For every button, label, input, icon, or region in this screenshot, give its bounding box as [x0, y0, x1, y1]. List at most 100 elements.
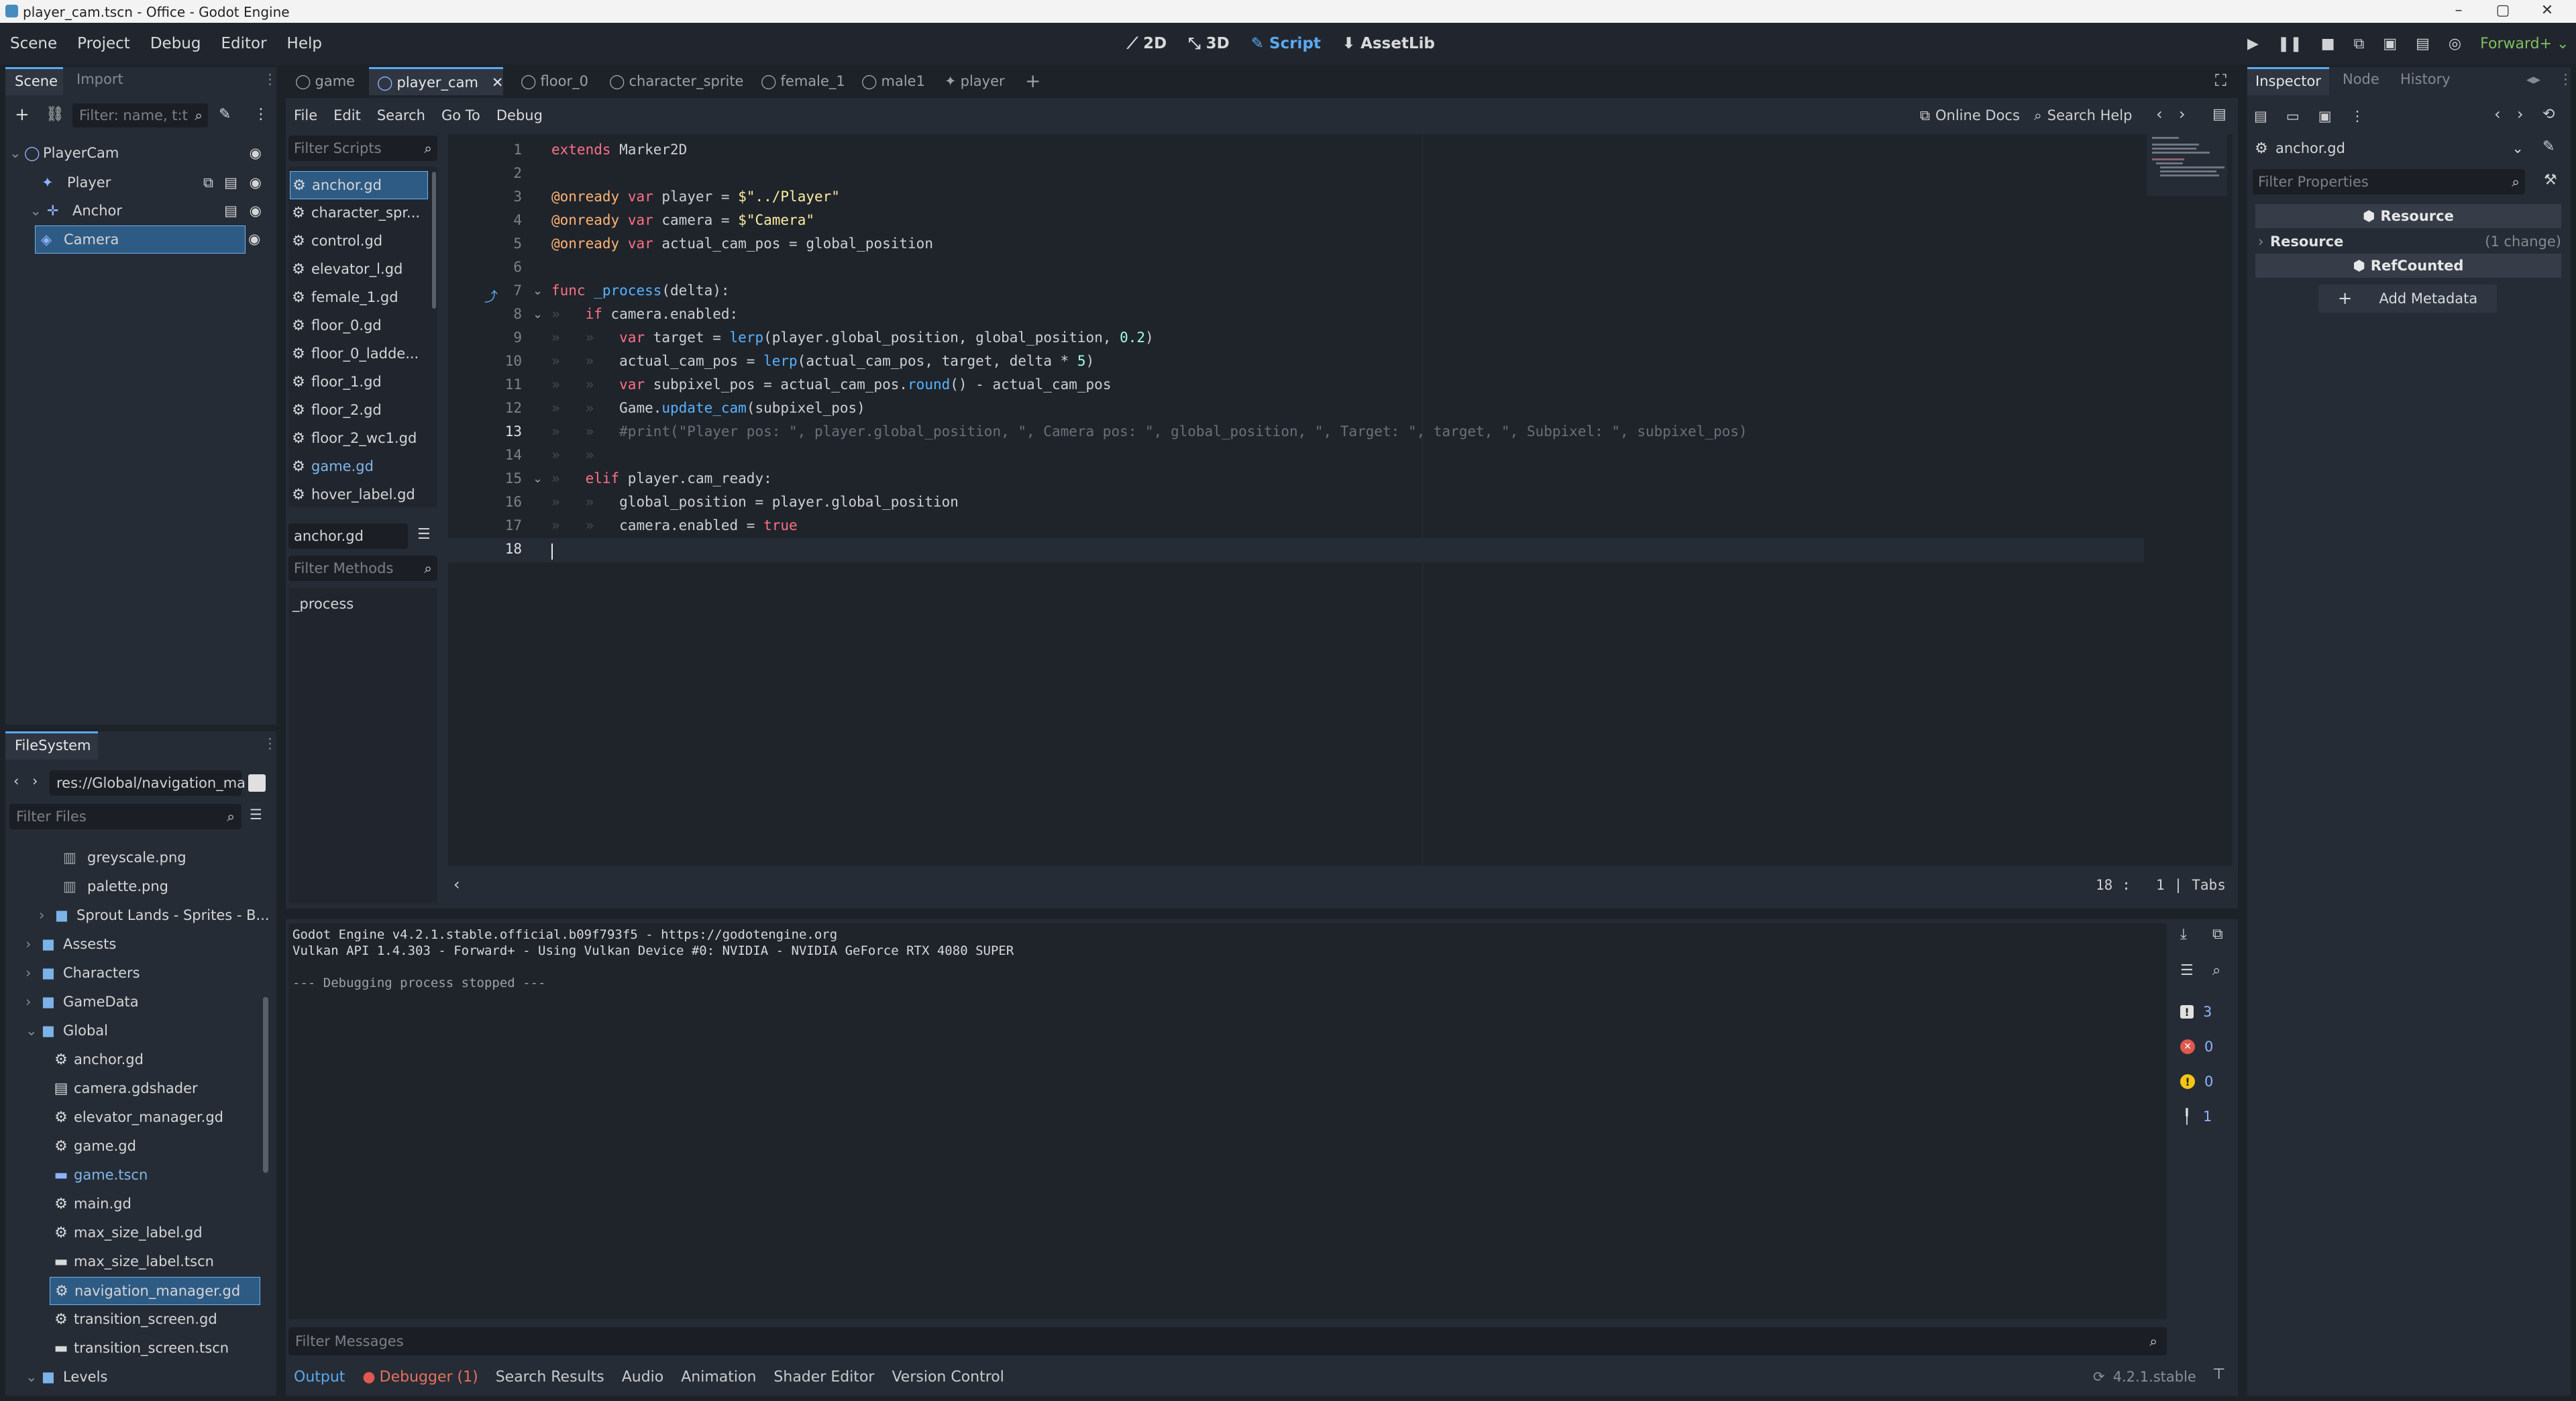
bottom-tab-version-control[interactable]: Version Control — [892, 1369, 1004, 1386]
folder-item[interactable]: ⌄ ■ Global — [25, 1017, 108, 1044]
filter-messages-input[interactable]: Filter Messages ⌕ — [288, 1327, 2167, 1355]
file-item[interactable]: ⚙ anchor.gd — [52, 1046, 144, 1073]
filesystem-scrollbar[interactable] — [263, 997, 268, 1173]
tab-filesystem[interactable]: FileSystem — [5, 731, 98, 760]
fold-arrow-icon[interactable]: ⌄ — [533, 307, 543, 321]
filter-editor-toggle[interactable]: ╿ 1 — [2174, 1102, 2241, 1131]
scene-tab-player-cam[interactable]: ◯ player_cam ✕ — [369, 67, 504, 95]
visibility-eye-icon[interactable]: ◉ — [250, 145, 262, 161]
tab-scene[interactable]: Scene — [5, 67, 63, 95]
clear-output-icon[interactable]: ⤓ — [2180, 926, 2187, 943]
menu-scene[interactable]: Scene — [0, 35, 67, 52]
script-icon[interactable]: ▤ — [224, 203, 237, 219]
filter-properties-input[interactable]: Filter Properties ⌕ — [2253, 169, 2525, 195]
remote-debug-icon[interactable]: ⧉ — [2354, 36, 2365, 52]
file-item[interactable]: ⚙ game.gd — [52, 1133, 136, 1159]
play-scene-icon[interactable]: ▣ — [2383, 36, 2397, 52]
bottom-tab-debugger[interactable]: ● Debugger (1) — [362, 1369, 478, 1386]
script-list-scrollbar[interactable] — [432, 172, 436, 309]
distraction-free-icon[interactable]: ⛶ — [2215, 71, 2226, 90]
script-list-item[interactable]: ⚙ hover_label.gd — [290, 481, 427, 508]
fold-arrow-icon[interactable]: ⌄ — [533, 284, 543, 298]
bottom-tab-output[interactable]: Output — [294, 1369, 345, 1386]
inspector-menu-icon[interactable]: ⋮ — [2559, 71, 2573, 87]
script-list-item[interactable]: ⚙ floor_1.gd — [290, 368, 427, 395]
method-item[interactable]: _process — [292, 596, 354, 612]
menu-debug[interactable]: Debug — [140, 35, 211, 52]
script-list-item[interactable]: ⚙ elevator_l.gd — [290, 256, 427, 282]
scene-filter-input[interactable]: Filter: name, t:t ⌕ — [72, 103, 208, 127]
script-list-item[interactable]: ⚙ control.gd — [290, 227, 427, 254]
forward-icon[interactable]: › — [32, 773, 38, 789]
close-tab-icon[interactable]: ✕ — [492, 74, 504, 91]
output-options-icon[interactable]: ☰ — [2180, 962, 2194, 979]
dock-arrows-icon[interactable]: ◂▸ — [2526, 71, 2540, 87]
filter-warnings-toggle[interactable]: ! 0 — [2174, 1067, 2241, 1096]
object-history-icon[interactable]: ⟲ — [2542, 106, 2555, 123]
tab-history[interactable]: History — [2400, 71, 2451, 87]
script-icon[interactable]: ▤ — [224, 174, 237, 191]
script-list-item[interactable]: ⚙ floor_2.gd — [290, 397, 427, 423]
script-menu-search[interactable]: Search — [369, 107, 433, 123]
tab-inspector[interactable]: Inspector — [2247, 67, 2329, 95]
new-resource-icon[interactable]: ▤ — [2254, 108, 2267, 124]
maximize-button[interactable]: ▢ — [2483, 0, 2522, 23]
script-menu-edit[interactable]: Edit — [325, 107, 369, 123]
file-item[interactable]: ▬ max_size_label.tscn — [52, 1248, 214, 1275]
workspace-assetlib-button[interactable]: ⬇ AssetLib — [1332, 35, 1446, 52]
tab-node[interactable]: Node — [2343, 71, 2379, 87]
folder-item[interactable]: › ■ Assests — [25, 931, 116, 957]
menu-project[interactable]: Project — [67, 35, 140, 52]
object-properties-icon[interactable]: ✎ — [2542, 138, 2555, 155]
toggle-search-icon[interactable]: ⌕ — [2212, 962, 2220, 979]
next-script-icon[interactable]: › — [2179, 105, 2186, 123]
fold-arrow-icon[interactable]: ⌄ — [533, 472, 543, 486]
scene-tab-floor-0[interactable]: ◯ floor_0 — [521, 67, 588, 95]
script-list-item[interactable]: ⚙ anchor.gd — [290, 171, 428, 199]
add-scene-tab-icon[interactable]: + — [1025, 70, 1040, 92]
online-docs-button[interactable]: ⧉ Online Docs — [1920, 101, 2020, 130]
copy-output-icon[interactable]: ⧉ — [2212, 926, 2223, 943]
folder-item[interactable]: ⌄ ■ Levels — [25, 1363, 107, 1390]
file-item[interactable]: ▥ palette.png — [63, 873, 168, 900]
file-item[interactable]: ⚙ main.gd — [52, 1190, 131, 1217]
resource-menu-icon[interactable]: ⋮ — [2351, 108, 2365, 124]
script-list-item[interactable]: ⚙ female_1.gd — [290, 284, 427, 311]
pause-icon[interactable]: ❚❚ — [2277, 36, 2302, 52]
workspace-script-button[interactable]: ✎ Script — [1240, 35, 1332, 52]
toggle-scripts-list-icon[interactable]: ‹ — [453, 875, 460, 894]
tree-node-camera[interactable]: ◈ Camera — [35, 225, 246, 254]
movie-maker-icon[interactable]: ◎ — [2449, 36, 2461, 52]
file-item[interactable]: ⚙ max_size_label.gd — [52, 1219, 202, 1246]
split-mode-icon[interactable] — [248, 774, 266, 792]
folder-item[interactable]: › ■ GameData — [25, 988, 139, 1015]
visibility-eye-icon[interactable]: ◉ — [250, 203, 262, 219]
search-help-button[interactable]: ⌕ Search Help — [2034, 101, 2132, 130]
tree-node-playercam[interactable]: ⌄ ◯ PlayerCam ◉ — [9, 140, 271, 166]
tree-node-anchor[interactable]: ⌄ ✛ Anchor ▤ ◉ — [9, 197, 271, 224]
open-resource-icon[interactable]: ▭ — [2286, 108, 2300, 124]
bottom-tab-audio[interactable]: Audio — [622, 1369, 664, 1386]
sort-methods-icon[interactable]: ☰ — [417, 526, 431, 543]
scene-tab-game[interactable]: ◯ game — [295, 67, 355, 95]
script-menu-file[interactable]: File — [286, 107, 325, 123]
filter-scripts-input[interactable]: Filter Scripts ⌕ — [288, 136, 437, 161]
bottom-tab-search-results[interactable]: Search Results — [496, 1369, 604, 1386]
filter-messages-toggle[interactable]: ! 3 — [2174, 997, 2241, 1027]
prev-script-icon[interactable]: ‹ — [2156, 105, 2163, 123]
override-method-icon[interactable]: ⤴ — [484, 286, 498, 305]
filesystem-path-input[interactable]: res://Global/navigation_ma — [50, 770, 246, 796]
add-metadata-button[interactable]: + Add Metadata — [2318, 284, 2497, 313]
workspace-3d-button[interactable]: ⤡ 3D — [1177, 35, 1240, 52]
script-list-item[interactable]: ⚙ game.gd — [290, 453, 427, 480]
scene-tab-character-sprite[interactable]: ◯ character_sprite — [609, 67, 743, 95]
toggle-scripts-panel-icon[interactable]: ▤ — [2212, 106, 2226, 123]
filesystem-filter-input[interactable]: Filter Files ⌕ — [9, 804, 241, 829]
script-attach-icon[interactable]: ✎ — [219, 106, 231, 123]
file-item[interactable]: ▤ camera.gdshader — [52, 1075, 198, 1102]
tab-import[interactable]: Import — [76, 71, 123, 87]
script-menu-debug[interactable]: Debug — [488, 107, 551, 123]
scene-dock-menu-icon[interactable]: ⋮ — [263, 71, 277, 87]
pin-bottom-panel-icon[interactable]: ⊤ — [2212, 1366, 2225, 1383]
file-item[interactable]: ⚙ elevator_manager.gd — [52, 1104, 223, 1131]
